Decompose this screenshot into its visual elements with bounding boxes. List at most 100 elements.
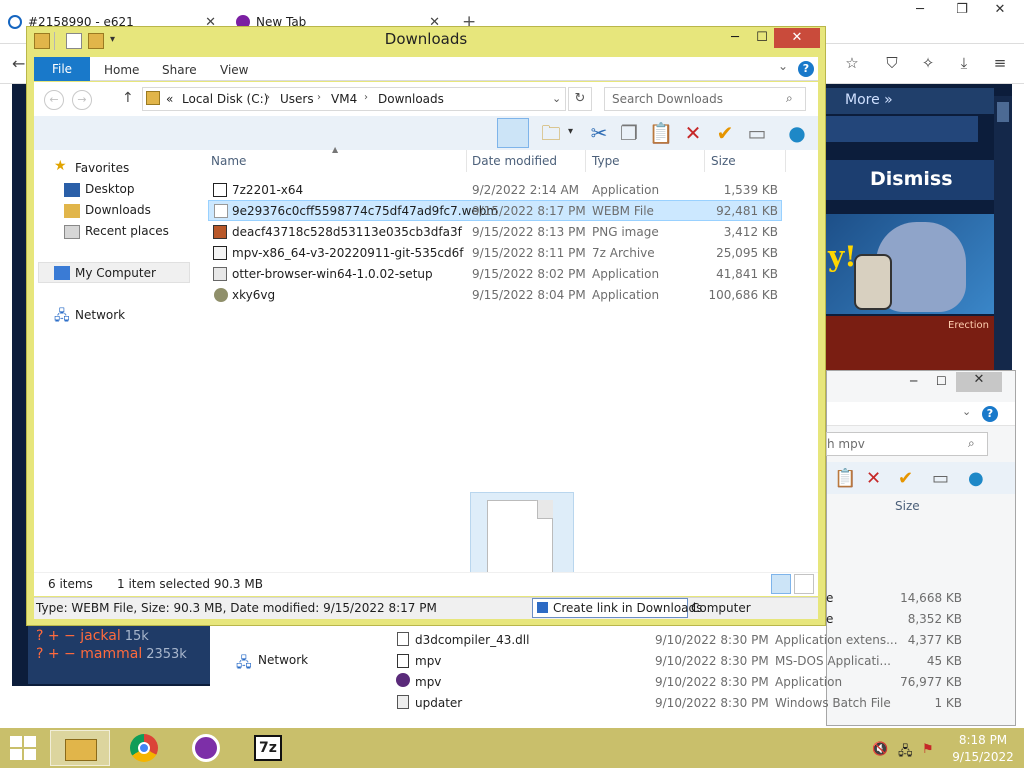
back-icon[interactable]: ←	[12, 54, 25, 73]
minimize-button[interactable]: ─	[720, 30, 750, 45]
page-scrollbar[interactable]	[994, 96, 1012, 376]
tab-home[interactable]: Home	[104, 63, 139, 77]
more-link[interactable]: More »	[845, 92, 893, 108]
tab-file[interactable]: File	[34, 57, 90, 81]
action-center-icon[interactable]: ⚑	[922, 742, 934, 757]
7zip-icon[interactable]: 7z	[238, 730, 298, 766]
nav-item-my-computer[interactable]: My Computer	[75, 266, 156, 280]
explorer2-minimize-button[interactable]: ─	[910, 374, 917, 388]
file-name[interactable]: d3dcompiler_43.dll	[415, 633, 529, 647]
file-name[interactable]: deacf43718c528d53113e035cb3dfa3f	[232, 225, 462, 239]
dismiss-button[interactable]: Dismiss	[870, 168, 953, 190]
large-icons-view-button[interactable]	[794, 574, 814, 594]
close-button[interactable]: ✕	[774, 28, 820, 48]
properties-icon[interactable]: ▭	[744, 120, 770, 146]
globe-icon[interactable]: ●	[968, 468, 984, 489]
back-button[interactable]: ←	[44, 90, 64, 110]
nav-item-recent-places[interactable]: Recent places	[85, 224, 169, 238]
tag-name[interactable]: ? + − jackal	[36, 628, 121, 644]
chevron-down-icon[interactable]: ⌄	[962, 405, 971, 418]
search-input[interactable]: Search Downloads	[604, 87, 806, 111]
new-item-dropdown-icon[interactable]: ▾	[568, 126, 573, 137]
file-name[interactable]: xky6vg	[232, 288, 275, 302]
copy-icon[interactable]: ❐	[616, 120, 642, 146]
file-name[interactable]: 9e29376c0cff5598774c75df47ad9fc7.webm	[232, 204, 498, 218]
breadcrumb-separator[interactable]: ›	[364, 92, 368, 103]
rename-icon[interactable]: ✔	[898, 468, 913, 489]
browser-close-button[interactable]: ✕	[980, 2, 1020, 17]
file-name[interactable]: 7z2201-x64	[232, 183, 303, 197]
extensions-icon[interactable]: ✧	[916, 54, 940, 72]
tab-share[interactable]: Share	[162, 63, 197, 77]
page-scrollbar-thumb[interactable]	[997, 102, 1009, 122]
rename-icon[interactable]: ✔	[712, 120, 738, 146]
explorer2-search-input[interactable]: h mpv	[826, 432, 988, 456]
tor-browser-icon[interactable]	[176, 730, 236, 766]
tab-view[interactable]: View	[220, 63, 248, 77]
menu-icon[interactable]: ≡	[988, 54, 1012, 72]
search-icon[interactable]: ⌕	[786, 91, 793, 106]
nav-item-network[interactable]: Network	[258, 653, 308, 667]
properties-icon[interactable]: ▭	[932, 468, 949, 489]
explorer2-close-button[interactable]: ✕	[956, 372, 1002, 392]
column-header-name[interactable]: Name	[211, 154, 246, 168]
forward-button[interactable]: →	[72, 90, 92, 110]
address-dropdown-icon[interactable]: ⌄	[552, 92, 561, 105]
column-divider[interactable]	[585, 150, 586, 172]
column-divider[interactable]	[785, 150, 786, 172]
delete-icon[interactable]: ✕	[680, 120, 706, 146]
nav-item-network[interactable]: Network	[75, 308, 125, 322]
tag-name[interactable]: ? + − mammal	[36, 646, 142, 662]
star-icon[interactable]: ☆	[840, 54, 864, 72]
browser-restore-button[interactable]: ❐	[942, 2, 982, 17]
breadcrumb-overflow[interactable]: «	[166, 92, 173, 106]
preview-pane-button[interactable]	[497, 118, 529, 148]
file-name[interactable]: updater	[415, 696, 462, 710]
nav-item-downloads[interactable]: Downloads	[85, 203, 151, 217]
column-header-date[interactable]: Date modified	[472, 154, 557, 168]
file-name[interactable]: mpv-x86_64-v3-20220911-git-535cd6f	[232, 246, 464, 260]
explorer2-maximize-button[interactable]: ☐	[936, 374, 947, 388]
column-divider[interactable]	[466, 150, 467, 172]
download-icon[interactable]: ⤓	[952, 54, 976, 72]
start-button[interactable]	[10, 736, 38, 762]
search-icon[interactable]: ⌕	[968, 436, 975, 451]
chrome-icon[interactable]	[114, 730, 174, 766]
maximize-button[interactable]: ☐	[750, 30, 774, 45]
file-name[interactable]: mpv	[415, 675, 441, 689]
column-header-size[interactable]: Size	[711, 154, 736, 168]
details-view-button[interactable]	[771, 574, 791, 594]
breadcrumb-vm4[interactable]: VM4	[331, 92, 357, 106]
paste-icon[interactable]: 📋	[648, 120, 674, 146]
breadcrumb-users[interactable]: Users	[280, 92, 314, 106]
paste-icon[interactable]: 📋	[834, 468, 856, 489]
breadcrumb-local-disk[interactable]: Local Disk (C:)	[182, 92, 268, 106]
breadcrumb-separator[interactable]: ›	[317, 92, 321, 103]
delete-icon[interactable]: ✕	[866, 468, 881, 489]
nav-item-desktop[interactable]: Desktop	[85, 182, 135, 196]
refresh-button[interactable]: ↻	[568, 87, 592, 111]
browser-minimize-button[interactable]: ─	[900, 2, 940, 17]
file-name-fragment[interactable]: e	[826, 612, 833, 626]
help-icon[interactable]: ?	[798, 61, 814, 77]
file-explorer-icon[interactable]	[50, 730, 110, 766]
breadcrumb-separator[interactable]: ›	[266, 92, 270, 103]
system-clock[interactable]: 8:18 PM 9/15/2022	[952, 732, 1014, 766]
help-icon[interactable]: ?	[982, 406, 998, 422]
breadcrumb-downloads[interactable]: Downloads	[378, 92, 444, 106]
ad-banner[interactable]: y!	[826, 214, 994, 314]
nav-item-favorites[interactable]: Favorites	[75, 161, 129, 175]
column-header-type[interactable]: Type	[592, 154, 620, 168]
volume-muted-icon[interactable]: 🔇	[872, 742, 888, 757]
file-name-fragment[interactable]: e	[826, 591, 833, 605]
up-button[interactable]: ↑	[122, 90, 134, 106]
tag-item[interactable]: ? + − mammal 2353k	[36, 646, 187, 662]
column-divider[interactable]	[704, 150, 705, 172]
shield-icon[interactable]: ⛉	[880, 54, 904, 72]
globe-icon[interactable]: ●	[784, 120, 810, 146]
cut-icon[interactable]: ✂	[586, 120, 612, 146]
tag-item[interactable]: ? + − jackal 15k	[36, 628, 149, 644]
column-header-size[interactable]: Size	[895, 499, 920, 513]
new-folder-icon[interactable]: 🗀	[538, 120, 564, 146]
expand-ribbon-icon[interactable]: ⌄	[778, 59, 788, 73]
